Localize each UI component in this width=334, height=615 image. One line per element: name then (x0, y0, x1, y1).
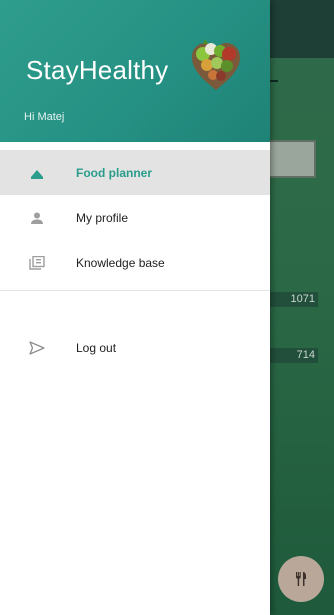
menu-item-knowledge-base[interactable]: Knowledge base (0, 240, 270, 285)
library-icon (26, 252, 48, 274)
menu-item-label: Knowledge base (76, 255, 165, 270)
person-icon (26, 207, 48, 229)
menu-item-my-profile[interactable]: My profile (0, 195, 270, 240)
restaurant-fab-button[interactable] (278, 556, 324, 602)
menu-item-food-planner[interactable]: Food planner (0, 150, 270, 195)
background-toolbar-mark (270, 80, 278, 82)
navigation-drawer: StayHealthy Hi Matej Food planner My pro… (0, 0, 270, 615)
background-value-badge: 1071 (268, 292, 318, 307)
menu-divider (0, 290, 270, 291)
background-value-badge: 714 (268, 348, 318, 363)
vegetable-heart-logo-icon (192, 39, 240, 90)
restaurant-icon (296, 572, 306, 586)
send-icon (26, 337, 48, 359)
menu-item-label: My profile (76, 210, 129, 225)
cloud-upload-icon (26, 162, 48, 184)
menu-item-label: Log out (76, 340, 117, 355)
menu-item-label: Food planner (76, 165, 152, 180)
drawer-menu: Food planner My profile Knowledge base L… (0, 150, 270, 370)
app-title: StayHealthy (26, 55, 169, 85)
menu-item-log-out[interactable]: Log out (0, 325, 270, 370)
user-greeting: Hi Matej (24, 111, 65, 123)
background-input-field (262, 140, 316, 178)
drawer-header: StayHealthy Hi Matej (0, 0, 270, 142)
